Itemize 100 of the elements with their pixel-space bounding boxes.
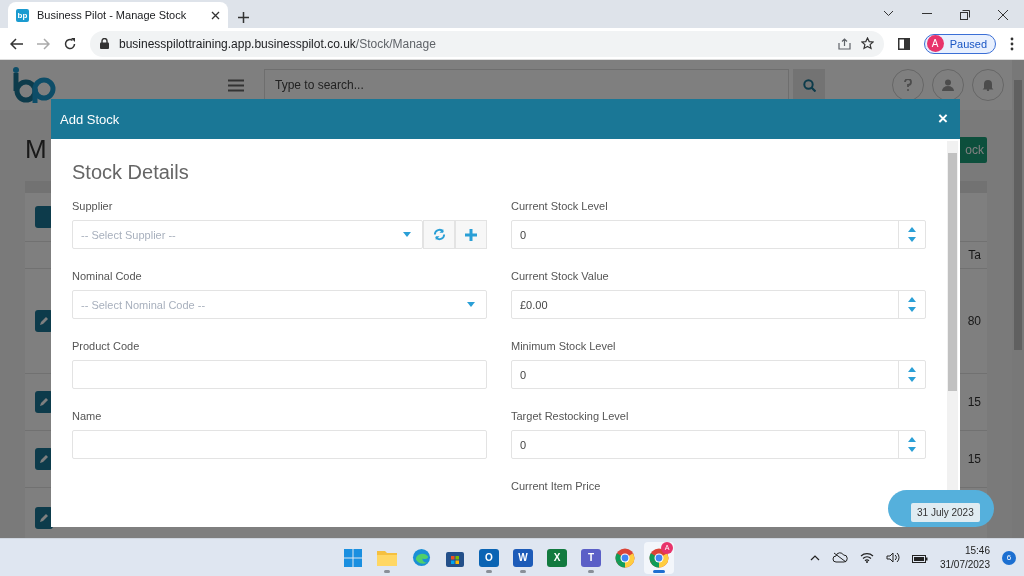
new-tab-icon[interactable] [238,12,249,23]
pencil-icon [39,397,49,407]
field-label: Nominal Code [72,270,143,282]
taskbar-app[interactable]: O [474,541,504,574]
back-icon[interactable] [10,37,23,50]
field-label: Current Stock Level [511,200,609,212]
scrollbar-thumb[interactable] [1014,80,1022,350]
windows-icon [344,548,362,567]
favicon: bp [16,8,29,22]
table-cell: 15 [967,395,981,409]
field-label: Supplier [72,200,114,212]
reload-icon[interactable] [64,37,76,50]
caret-icon[interactable] [467,302,475,307]
lock-icon [100,38,109,49]
table-cell: 15 [967,452,981,466]
edge-icon [411,548,431,567]
number-field[interactable]: 0 [511,220,926,249]
decrement-icon[interactable] [908,307,916,312]
running-indicator [653,569,665,573]
chrome-icon [649,547,669,568]
scrollbar-thumb[interactable] [948,153,957,391]
forward-icon[interactable] [37,37,50,50]
search-field[interactable]: Type to search... [264,69,789,101]
decrement-icon[interactable] [908,447,916,452]
text-field[interactable] [72,430,487,459]
add-button[interactable] [455,220,487,249]
select-field[interactable]: -- Select Nominal Code -- [72,290,487,319]
volume-icon[interactable] [885,552,900,563]
close-button[interactable]: × [936,109,950,129]
notification-badge[interactable]: 6 [1002,550,1016,565]
user-button[interactable] [932,69,964,101]
pencil-icon [39,513,49,523]
increment-icon[interactable] [908,297,916,302]
app-icon: O [479,548,499,567]
select-field[interactable]: -- Select Supplier -- [72,220,423,249]
cloud-icon[interactable] [831,552,848,563]
dialog-title: Add Stock [60,111,120,127]
search-icon [802,78,816,92]
field-label: Target Restocking Level [511,410,630,422]
taskbar-app[interactable]: T [576,541,606,574]
field-label: Minimum Stock Level [511,340,617,352]
number-field[interactable]: 0 [511,430,926,459]
help-icon [904,79,912,91]
help-button[interactable] [892,69,924,101]
close-icon[interactable] [998,10,1008,20]
taskbar-app[interactable]: W [508,541,538,574]
refresh-icon [432,228,446,241]
running-indicator [486,569,492,573]
chevron-down-icon[interactable] [883,10,894,17]
search-button[interactable] [793,69,825,101]
increment-icon[interactable] [908,437,916,442]
field-label: Product Code [72,340,141,352]
caret-icon[interactable] [403,232,411,237]
clock[interactable]: 15:46 31/07/2023 [939,543,990,572]
increment-icon[interactable] [908,367,916,372]
edit-button[interactable] [35,507,53,529]
number-field[interactable]: £0.00 [511,290,926,319]
refresh-button[interactable] [423,220,455,249]
menu-icon[interactable] [1010,36,1014,51]
pencil-icon [39,316,49,326]
number-field[interactable]: 0 [511,360,926,389]
minimize-icon[interactable] [922,10,932,17]
notifications-button[interactable] [972,69,1004,101]
text-field[interactable] [72,360,487,389]
wifi-icon[interactable] [859,552,874,563]
share-icon[interactable] [837,37,851,50]
folder-icon [377,549,397,566]
restore-icon[interactable] [960,10,970,20]
field-label: Current Stock Value [511,270,610,282]
field-label: Current Item Price [511,480,602,492]
bell-icon [982,79,994,91]
app-icon: T [581,548,601,567]
section-heading: Stock Details [72,161,190,184]
app-icon: X [547,548,567,567]
table-cell: 80 [967,314,981,328]
side-panel-icon[interactable] [897,37,910,50]
address-bar[interactable]: businesspilottraining.app.businesspilot.co.uk/Stock/Manage [90,30,884,57]
running-indicator [520,569,526,573]
pencil-icon [39,454,49,464]
app-icon: W [513,548,533,567]
decrement-icon[interactable] [908,237,916,242]
page-title: M [25,134,47,165]
user-icon [942,79,954,91]
chevron-up-icon[interactable] [809,554,820,561]
column-header: Ta [968,248,981,262]
running-indicator [588,569,594,573]
profile-button[interactable]: A Paused [923,33,996,54]
field-label: Name [72,410,103,422]
decrement-icon[interactable] [908,377,916,382]
increment-icon[interactable] [908,227,916,232]
close-icon[interactable] [211,10,220,20]
running-indicator [384,569,390,573]
taskbar-app[interactable]: X [542,541,572,574]
battery-icon[interactable] [911,552,928,563]
date-tooltip: 31 July 2023 [911,503,980,522]
url-text: businesspilottraining.app.businesspilot.co.uk/Stock/Manage [119,36,437,51]
browser-tab[interactable]: bp Business Pilot - Manage Stock [8,2,228,28]
star-icon[interactable] [860,37,874,50]
plus-icon [465,228,477,241]
tab-title: Business Pilot - Manage Stock [37,9,188,21]
